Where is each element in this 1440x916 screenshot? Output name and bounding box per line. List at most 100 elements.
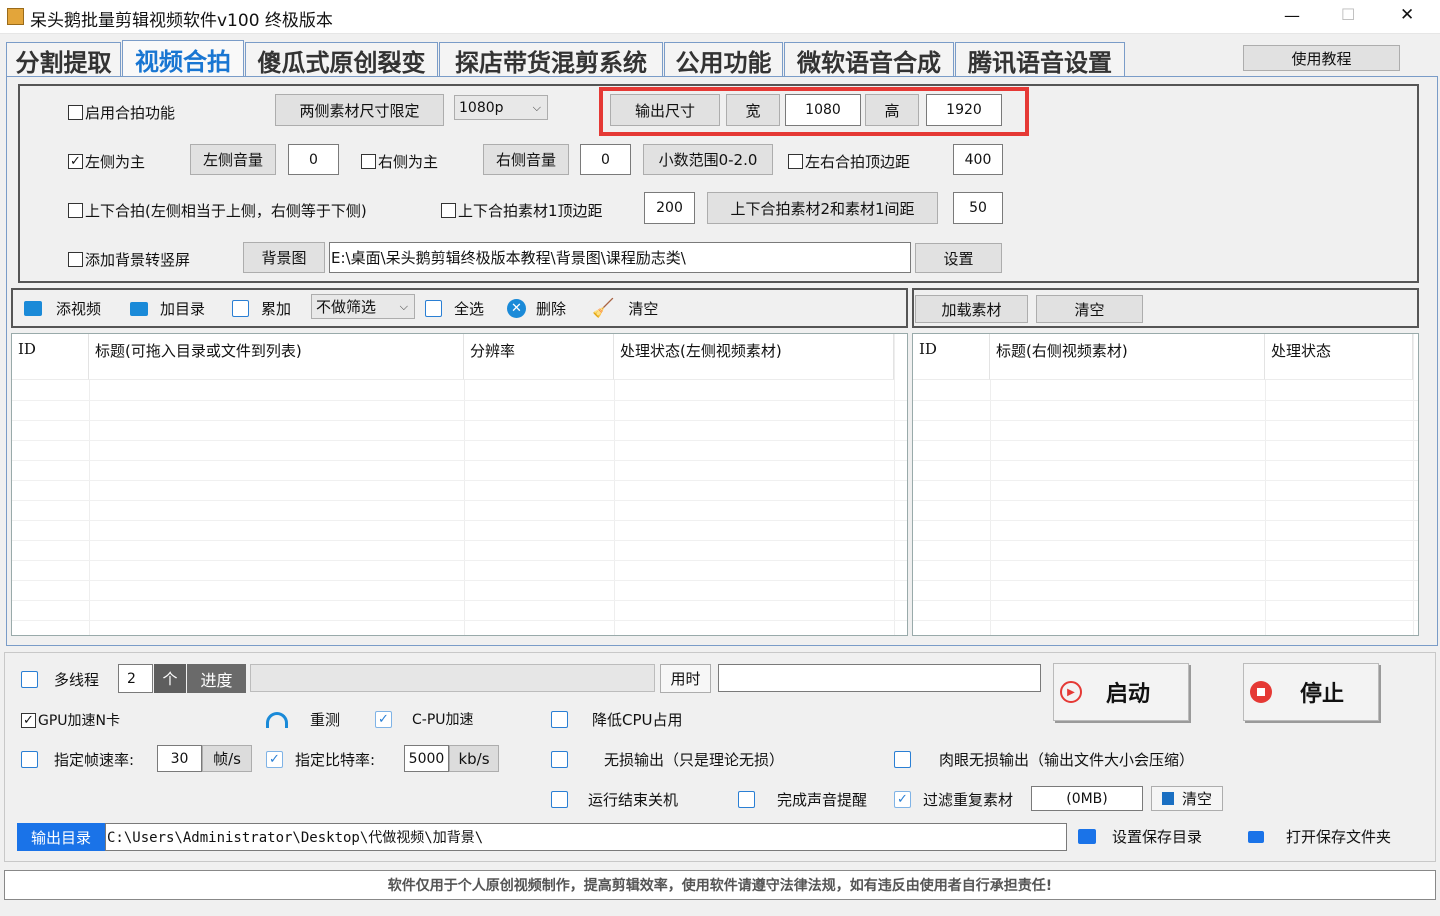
grid-line — [12, 460, 907, 461]
tab-fool-original[interactable]: 傻瓜式原创裂变 — [245, 42, 438, 77]
right-video-table[interactable]: ID 标题(右侧视频素材) 处理状态 — [912, 333, 1419, 636]
tab-shop-mix[interactable]: 探店带货混剪系统 — [439, 42, 663, 77]
tab-ms-tts[interactable]: 微软语音合成 — [784, 42, 954, 77]
frame-rate-input[interactable]: 30 — [157, 745, 202, 772]
bg-image-button[interactable]: 背景图 — [243, 242, 325, 273]
set-save-dir-button[interactable]: 设置保存目录 — [1078, 826, 1202, 847]
bg-set-button[interactable]: 设置 — [915, 243, 1002, 273]
shutdown-checkbox[interactable]: 运行结束关机 — [551, 789, 678, 810]
filter-select[interactable]: 不做筛选 ⌵ — [311, 294, 415, 319]
folder-gear-icon — [1078, 829, 1096, 844]
filter-select-value: 不做筛选 — [316, 298, 377, 316]
width-button[interactable]: 宽 — [726, 94, 780, 126]
footer-notice: 软件仅用于个人原创视频制作，提高剪辑效率，使用软件请遵守法律法规，如有违反由使用… — [4, 870, 1436, 900]
sound-alert-checkbox[interactable]: 完成声音提醒 — [738, 789, 867, 810]
height-button[interactable]: 高 — [865, 94, 919, 126]
grid-line — [913, 580, 1418, 581]
column-header-title[interactable]: 标题(右侧视频素材) — [990, 334, 1265, 380]
column-header-status[interactable]: 处理状态 — [1265, 334, 1413, 380]
multithread-checkbox[interactable]: 多线程 — [21, 669, 99, 690]
maximize-icon[interactable]: ☐ — [1341, 5, 1355, 24]
tab-video-merge[interactable]: 视频合拍 — [122, 40, 244, 77]
open-save-dir-button[interactable]: 打开保存文件夹 — [1248, 826, 1391, 847]
frame-rate-checkbox[interactable]: 指定帧速率: — [21, 749, 134, 770]
right-volume-button[interactable]: 右侧音量 — [483, 144, 569, 175]
left-volume-input[interactable]: 0 — [288, 144, 339, 175]
lr-top-margin-input[interactable]: 400 — [953, 144, 1003, 175]
grid-line — [894, 334, 895, 635]
checkbox-box — [894, 751, 911, 768]
output-dir-input[interactable]: C:\Users\Administrator\Desktop\代做视频\加背景\ — [105, 823, 1067, 851]
grid-line — [12, 620, 907, 621]
grid-line — [913, 540, 1418, 541]
bg-path-input[interactable]: E:\桌面\呆头鹅剪辑终极版本教程\背景图\课程励志类\ — [329, 242, 911, 273]
size-limit-button[interactable]: 两侧素材尺寸限定 — [275, 94, 444, 126]
grid-line — [12, 520, 907, 521]
output-size-button[interactable]: 输出尺寸 — [610, 94, 720, 126]
checkbox-box — [232, 300, 249, 317]
stop-button[interactable]: 停止 — [1243, 663, 1379, 721]
visual-lossless-checkbox[interactable]: 肉眼无损输出（输出文件大小会压缩） — [894, 749, 1194, 770]
right-main-checkbox[interactable]: 右侧为主 — [361, 151, 438, 172]
tab-common[interactable]: 公用功能 — [664, 42, 783, 77]
select-all-checkbox[interactable]: 全选 — [425, 298, 484, 319]
tb-gap-button[interactable]: 上下合拍素材2和素材1间距 — [707, 192, 938, 224]
dup-clear-button[interactable]: 清空 — [1151, 786, 1223, 811]
column-header-status[interactable]: 处理状态(左侧视频素材) — [614, 334, 894, 380]
checkbox-box — [738, 791, 755, 808]
retest-button[interactable]: 重测 — [266, 709, 340, 730]
accumulate-checkbox[interactable]: 累加 — [232, 298, 291, 319]
right-clear-button[interactable]: 清空 — [1036, 295, 1143, 323]
right-volume-input[interactable]: 0 — [580, 144, 631, 175]
lr-top-margin-checkbox[interactable]: 左右合拍顶边距 — [788, 151, 910, 172]
grid-line — [12, 540, 907, 541]
lossless-label: 无损输出（只是理论无损） — [604, 751, 785, 769]
column-header-id[interactable]: ID — [12, 334, 89, 380]
grid-line — [12, 440, 907, 441]
tab-tencent-tts[interactable]: 腾讯语音设置 — [955, 42, 1125, 77]
bitrate-checkbox[interactable]: ✓ 指定比特率: — [266, 749, 375, 770]
add-video-button[interactable]: 添视频 — [24, 298, 101, 319]
enable-merge-checkbox[interactable]: 启用合拍功能 — [68, 102, 175, 123]
tab-split-extract[interactable]: 分割提取 — [6, 42, 121, 77]
tb-top-margin-input[interactable]: 200 — [644, 192, 695, 224]
tutorial-button[interactable]: 使用教程 — [1243, 45, 1400, 71]
grid-line — [89, 380, 90, 635]
minimize-icon[interactable]: — — [1284, 6, 1300, 25]
filter-dup-checkbox[interactable]: ✓ 过滤重复素材 — [894, 789, 1013, 810]
column-header-resolution[interactable]: 分辨率 — [464, 334, 614, 380]
grid-line — [1413, 334, 1414, 635]
tb-gap-input[interactable]: 50 — [953, 192, 1003, 224]
decimal-range-button[interactable]: 小数范围0-2.0 — [643, 144, 773, 175]
height-input[interactable]: 1920 — [926, 94, 1002, 126]
cpu-accel-checkbox[interactable]: ✓ C-PU加速 — [375, 709, 474, 729]
delete-button[interactable]: ✕ 删除 — [507, 298, 566, 319]
multithread-label: 多线程 — [54, 671, 100, 689]
stop-icon — [1250, 681, 1272, 703]
reduce-cpu-checkbox[interactable]: 降低CPU占用 — [551, 709, 683, 730]
tb-top-margin-checkbox[interactable]: 上下合拍素材1顶边距 — [441, 200, 603, 221]
add-bg-checkbox[interactable]: 添加背景转竖屏 — [68, 249, 190, 270]
footer-text: 软件仅用于个人原创视频制作，提高剪辑效率，使用软件请遵守法律法规，如有违反由使用… — [387, 878, 1053, 894]
lossless-checkbox[interactable]: 无损输出（只是理论无损） — [551, 749, 784, 770]
left-volume-button[interactable]: 左侧音量 — [190, 144, 276, 175]
tb-merge-checkbox[interactable]: 上下合拍(左侧相当于上侧，右侧等于下侧) — [68, 200, 367, 221]
clear-list-button[interactable]: 🧹 清空 — [592, 298, 658, 319]
dup-clear-label: 清空 — [1181, 790, 1212, 808]
left-main-checkbox[interactable]: ✓ 左侧为主 — [68, 151, 145, 172]
bitrate-input[interactable]: 5000 — [404, 745, 449, 772]
gpu-checkbox[interactable]: ✓ GPU加速N卡 — [21, 710, 120, 730]
add-video-label: 添视频 — [56, 300, 102, 318]
column-header-id[interactable]: ID — [913, 334, 990, 380]
width-input[interactable]: 1080 — [785, 94, 861, 126]
add-dir-button[interactable]: 加目录 — [130, 298, 205, 319]
close-icon[interactable]: ✕ — [1400, 5, 1414, 25]
resolution-select[interactable]: 1080p ⌵ — [454, 95, 548, 120]
column-header-title[interactable]: 标题(可拖入目录或文件到列表) — [89, 334, 464, 380]
thread-count-input[interactable]: 2 — [118, 664, 153, 693]
start-button[interactable]: ▶ 启动 — [1053, 663, 1189, 721]
start-label: 启动 — [1106, 682, 1151, 707]
left-video-table[interactable]: ID 标题(可拖入目录或文件到列表) 分辨率 处理状态(左侧视频素材) — [11, 333, 908, 636]
visual-lossless-label: 肉眼无损输出（输出文件大小会压缩） — [939, 751, 1195, 769]
load-material-button[interactable]: 加载素材 — [915, 295, 1028, 323]
